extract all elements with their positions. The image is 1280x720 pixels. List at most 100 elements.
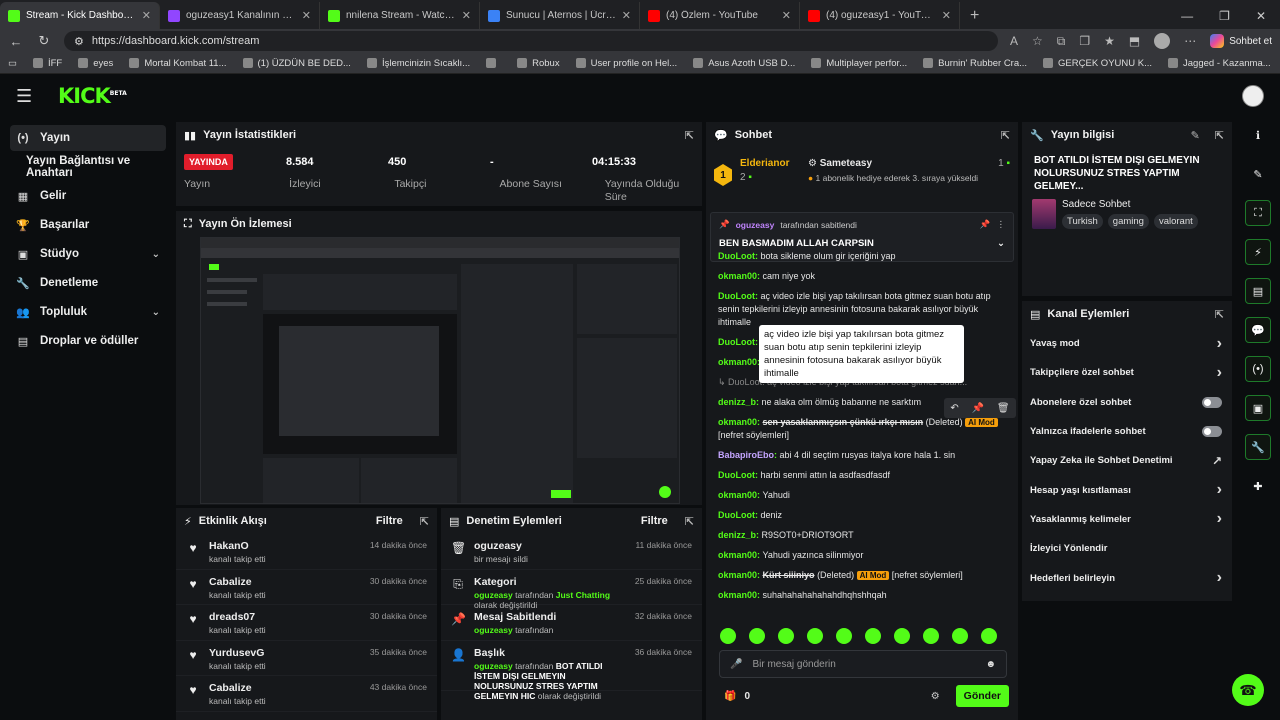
close-window-icon[interactable]: ✕	[1256, 9, 1266, 23]
moderation-user[interactable]: oguzeasy	[474, 661, 513, 671]
bookmark-item[interactable]: User profile on Hel...	[575, 58, 677, 69]
kick-logo[interactable]: KICKBETA	[58, 84, 127, 108]
popout-icon[interactable]: ⇱	[1001, 129, 1010, 142]
bookmark-item[interactable]: Jagged - Kazanma...	[1168, 58, 1271, 69]
emote-icon[interactable]	[836, 628, 852, 644]
stream-preview-video[interactable]	[200, 237, 680, 504]
channel-action-row[interactable]: Hedefleri belirleyin ›	[1022, 563, 1232, 592]
chat-username[interactable]: okman00	[718, 590, 757, 600]
channel-action-row[interactable]: Hesap yaşı kısıtlaması ›	[1022, 475, 1232, 504]
popout-icon[interactable]: ⇱	[420, 515, 429, 528]
chat-username[interactable]: okman00	[718, 357, 757, 367]
chevron-right-icon[interactable]: ›	[1217, 569, 1222, 587]
filter-button[interactable]: Filtre	[376, 515, 403, 527]
popout-icon[interactable]: ⇱	[1215, 129, 1224, 142]
channel-action-row[interactable]: İzleyici Yönlendir	[1022, 534, 1232, 563]
extensions-icon[interactable]: ⧉	[1057, 34, 1066, 49]
stream-tag[interactable]: Turkish	[1062, 214, 1103, 229]
help-chat-button[interactable]: ☎	[1232, 674, 1264, 706]
bookmark-item[interactable]: (1) ÜZDÜN BE DED...	[242, 58, 351, 69]
preview-icon[interactable]: ⛶	[1245, 200, 1271, 226]
gift-user-2[interactable]: Sameteasy	[820, 158, 872, 169]
chat-username[interactable]: okman00	[718, 490, 757, 500]
emote-icon[interactable]	[865, 628, 881, 644]
chat-username[interactable]: DuoLoot	[718, 337, 755, 347]
profile-avatar[interactable]	[1154, 33, 1171, 49]
channel-actions-icon[interactable]: ▣	[1245, 395, 1271, 421]
edit-pencil-icon[interactable]: ✎	[1191, 129, 1200, 142]
close-tab-icon[interactable]: ✕	[302, 9, 311, 22]
chat-input[interactable]: 🎤 Bir mesaj gönderin ☻	[719, 650, 1007, 678]
chat-username[interactable]: denizz_b	[718, 397, 756, 407]
emote-icon[interactable]	[894, 628, 910, 644]
favorites-icon[interactable]: ★	[1104, 34, 1115, 48]
unpin-icon[interactable]: 📌	[980, 219, 991, 230]
channel-action-row[interactable]: Yalnızca ifadelerle sohbet	[1022, 417, 1232, 446]
downloads-icon[interactable]: ⬒	[1129, 34, 1140, 48]
browser-tab[interactable]: Stream - Kick Dashboard ✕	[0, 2, 160, 29]
new-tab-icon[interactable]: +	[960, 2, 989, 29]
browser-tab[interactable]: (4) Özlem - YouTube ✕	[640, 2, 800, 29]
emote-icon[interactable]	[923, 628, 939, 644]
pin-icon[interactable]: 📌	[972, 403, 984, 414]
channel-action-row[interactable]: Abonelere özel sohbet	[1022, 388, 1232, 417]
chevron-down-icon[interactable]: ⌄	[152, 307, 160, 318]
bookmark-item[interactable]: eyes	[78, 58, 113, 69]
channel-action-row[interactable]: Yapay Zeka ile Sohbet Denetimi ↗	[1022, 446, 1232, 475]
emote-icon[interactable]	[981, 628, 997, 644]
hamburger-menu-icon[interactable]: ☰	[16, 86, 38, 107]
bookmark-item[interactable]: Multiplayer perfor...	[811, 58, 907, 69]
nav-item[interactable]: ▣ Stüdyo ⌄	[10, 241, 166, 267]
activity-user[interactable]: dreads07	[209, 611, 361, 623]
emote-icon[interactable]	[749, 628, 765, 644]
channel-action-row[interactable]: Yasaklanmış kelimeler ›	[1022, 505, 1232, 534]
trash-icon[interactable]: 🗑	[997, 403, 1010, 414]
chat-username[interactable]: okman00	[718, 570, 757, 580]
toggle-switch[interactable]	[1202, 396, 1222, 408]
emote-icon[interactable]	[720, 628, 736, 644]
popout-icon[interactable]: ⇱	[685, 515, 694, 528]
chat-icon[interactable]: 💬	[1245, 317, 1271, 343]
pinned-by-user[interactable]: oguzeasy	[736, 220, 775, 230]
emote-icon[interactable]	[778, 628, 794, 644]
chevron-right-icon[interactable]: ›	[1217, 364, 1222, 382]
emoji-icon[interactable]: ☻	[985, 659, 996, 670]
broadcast-icon[interactable]: (•)	[1245, 356, 1271, 382]
edit-pencil-icon[interactable]: ✎	[1245, 161, 1271, 187]
nav-item[interactable]: 🔧 Denetleme	[10, 270, 166, 296]
gift-user-1[interactable]: Elderianor	[740, 158, 800, 169]
maximize-icon[interactable]: ❐	[1219, 9, 1230, 23]
add-widget-icon[interactable]: ✚	[1245, 473, 1271, 499]
nav-item[interactable]: ▦ Gelir	[10, 183, 166, 209]
moderation-user[interactable]: oguzeasy	[474, 590, 513, 600]
info-icon[interactable]: ℹ	[1245, 122, 1271, 148]
wrench-icon[interactable]: 🔧	[1245, 434, 1271, 460]
undo-icon[interactable]: ↶	[950, 403, 958, 414]
favorite-star-icon[interactable]: ☆	[1032, 34, 1043, 48]
bookmark-item[interactable]: Mortal Kombat 11...	[129, 58, 227, 69]
popout-icon[interactable]: ⇱	[1215, 308, 1224, 321]
chat-username[interactable]: DuoLoot	[718, 510, 755, 520]
toggle-switch[interactable]	[1202, 426, 1222, 438]
popout-icon[interactable]: ⇱	[685, 129, 694, 142]
chevron-down-icon[interactable]: ⌄	[152, 249, 160, 260]
activity-user[interactable]: YurdusevG	[209, 647, 361, 659]
stream-tag[interactable]: gaming	[1107, 214, 1149, 229]
close-tab-icon[interactable]: ✕	[622, 9, 631, 22]
filter-button[interactable]: Filtre	[641, 515, 668, 527]
bookmark-item[interactable]: İFF	[32, 58, 62, 69]
nav-item[interactable]: Yayın Bağlantısı ve Anahtarı	[10, 154, 166, 180]
nav-item[interactable]: ▤ Droplar ve ödüller	[10, 328, 166, 354]
browser-tab[interactable]: (4) oguzeasy1 - YouTube ✕	[800, 2, 960, 29]
apps-icon[interactable]: ▭	[8, 58, 17, 69]
close-tab-icon[interactable]: ✕	[142, 9, 151, 22]
browser-tab[interactable]: oguzeasy1 Kanalının Videoları - Tw ✕	[160, 2, 320, 29]
category-name[interactable]: Sadece Sohbet	[1062, 199, 1198, 210]
more-menu-icon[interactable]: ⋯	[1184, 34, 1196, 48]
minimize-icon[interactable]: —	[1181, 9, 1193, 23]
nav-item[interactable]: 🏆 Başarılar	[10, 212, 166, 238]
channel-action-row[interactable]: Takipçilere özel sohbet ›	[1022, 358, 1232, 387]
chat-username[interactable]: DuoLoot	[718, 470, 755, 480]
chevron-right-icon[interactable]: ›	[1217, 481, 1222, 499]
browser-tab[interactable]: nnilena Stream - Watch Live on Ki ✕	[320, 2, 480, 29]
